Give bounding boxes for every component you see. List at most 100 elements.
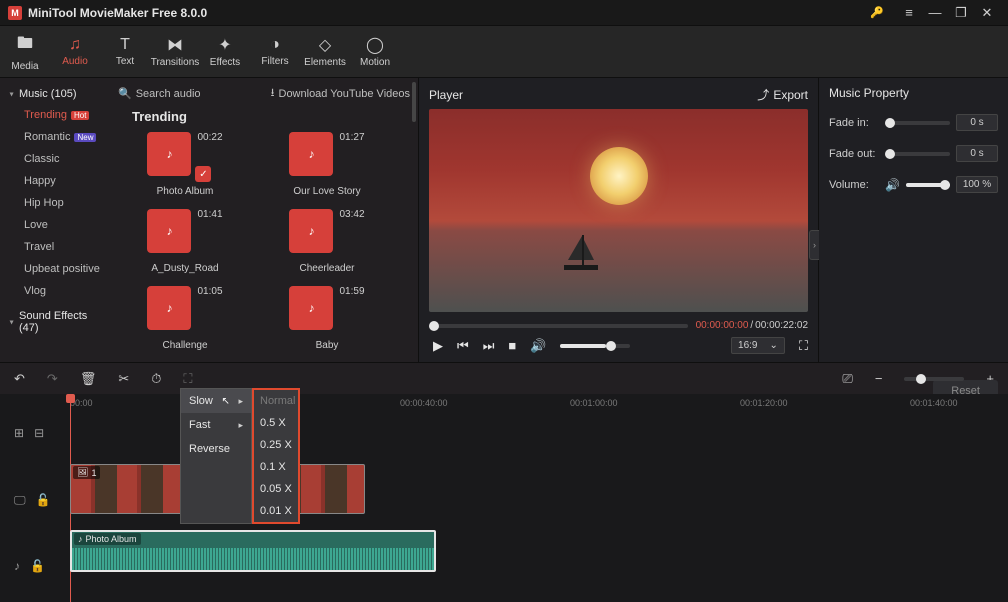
fadeout-value[interactable]: 0 s (956, 145, 998, 162)
music-thumb-icon: ♪ (147, 286, 191, 330)
search-audio[interactable]: 🔍Search audio (118, 87, 201, 100)
speed-menu-fast[interactable]: Fast▸ (181, 413, 251, 437)
audio-clip[interactable]: ♪Photo Album (70, 530, 436, 572)
speed-option-0-1x[interactable]: 0.1 X (254, 456, 298, 478)
volume-icon[interactable]: 🔊 (530, 338, 546, 354)
speed-menu-reverse[interactable]: Reverse (181, 437, 251, 461)
split-button[interactable]: ✂ (118, 371, 129, 387)
track-lock-icon[interactable]: 🔓 (30, 559, 45, 573)
upgrade-key-icon[interactable]: 🔑 (870, 6, 884, 19)
timeline[interactable]: 00:00 00:00:20:00 00:00:40:00 00:01:00:0… (0, 394, 1008, 602)
player-preview[interactable] (429, 109, 808, 312)
fadeout-slider[interactable] (885, 152, 950, 156)
track-add-icon[interactable]: ⊞ (14, 426, 24, 440)
seekbar-knob[interactable] (429, 321, 439, 331)
sidebar-item-hiphop[interactable]: Hip Hop (0, 192, 110, 214)
undo-button[interactable]: ↶ (14, 371, 25, 387)
speed-option-0-05x[interactable]: 0.05 X (254, 478, 298, 500)
tab-text[interactable]: TText (100, 26, 150, 77)
timeline-ruler[interactable]: 00:00 00:00:20:00 00:00:40:00 00:01:00:0… (0, 394, 1008, 420)
download-youtube-link[interactable]: ⭳Download YouTube Videos (271, 84, 410, 103)
panel-expand-handle[interactable]: › (809, 230, 819, 260)
track-collapse-icon[interactable]: ⊟ (34, 426, 44, 440)
prev-frame-button[interactable]: ⏮ (457, 338, 469, 354)
speed-option-normal[interactable]: Normal (254, 390, 298, 412)
fadein-label: Fade in: (829, 117, 879, 129)
zoom-out-button[interactable]: − (875, 371, 883, 386)
volume-label: Volume: (829, 179, 879, 191)
music-thumb-icon: ♪ (289, 132, 333, 176)
sidebar-item-classic[interactable]: Classic (0, 148, 110, 170)
play-button[interactable]: ▶ (433, 338, 443, 354)
audio-item-dusty-road[interactable]: ♪01:41 A_Dusty_Road (130, 209, 240, 274)
badge-hot: Hot (71, 111, 89, 120)
audio-item-challenge[interactable]: ♪01:05 Challenge (130, 286, 240, 351)
sidebar-item-happy[interactable]: Happy (0, 170, 110, 192)
speed-button[interactable]: ⏱ (151, 371, 161, 387)
audio-item-photo-album[interactable]: ♪✓ 00:22 Photo Album (130, 132, 240, 197)
audio-duration: 01:41 (197, 209, 222, 220)
filters-icon: ◑ (270, 36, 280, 54)
fadein-value[interactable]: 0 s (956, 114, 998, 131)
redo-button[interactable]: ↷ (47, 371, 58, 387)
audio-item-cheerleader[interactable]: ♪03:42 Cheerleader (272, 209, 382, 274)
speed-option-0-25x[interactable]: 0.25 X (254, 434, 298, 456)
tab-transitions[interactable]: ⧓Transitions (150, 26, 200, 77)
sidebar-item-romantic[interactable]: RomanticNew (0, 126, 110, 148)
audio-item-baby[interactable]: ♪01:59 Baby (272, 286, 382, 351)
minimize-button[interactable]: — (922, 5, 948, 20)
tab-filters[interactable]: ◑Filters (250, 26, 300, 77)
track-video-icon[interactable]: 🖵 (14, 493, 26, 508)
audio-name: A_Dusty_Road (151, 263, 218, 274)
volume-slider[interactable] (906, 183, 950, 187)
library-scrollbar[interactable] (412, 82, 416, 122)
player-panel: Player ⤴Export 00:00:00:00/00:00:22:02 ▶… (418, 78, 818, 362)
fullscreen-button[interactable]: ⛶ (799, 338, 808, 354)
menu-icon[interactable]: ≡ (896, 5, 922, 20)
speed-option-0-01x[interactable]: 0.01 X (254, 500, 298, 522)
app-title: MiniTool MovieMaker Free 8.0.0 (28, 6, 207, 20)
sidebar-item-travel[interactable]: Travel (0, 236, 110, 258)
titlebar: M MiniTool MovieMaker Free 8.0.0 🔑 ≡ — ❐… (0, 0, 1008, 26)
sidebar-item-vlog[interactable]: Vlog (0, 280, 110, 302)
fadein-slider[interactable] (885, 121, 950, 125)
tab-audio[interactable]: ♫Audio (50, 26, 100, 77)
text-icon: T (120, 36, 130, 54)
next-frame-button[interactable]: ⏭ (483, 338, 495, 354)
player-volume-slider[interactable] (560, 344, 630, 348)
crop-button[interactable]: ⛶ (183, 371, 192, 387)
delete-button[interactable]: 🗑 (80, 371, 97, 387)
track-lock-icon[interactable]: 🔓 (36, 493, 51, 508)
tab-media[interactable]: 🖿Media (0, 26, 50, 77)
category-music-header[interactable]: Music (105) (0, 84, 110, 104)
track-audio-icon[interactable]: ♪ (14, 559, 20, 573)
category-sfx-header[interactable]: Sound Effects (47) (0, 306, 110, 338)
tab-elements[interactable]: ◇Elements (300, 26, 350, 77)
transitions-icon: ⧓ (167, 35, 183, 55)
export-icon: ⤴ (757, 86, 769, 103)
close-button[interactable]: ✕ (974, 5, 1000, 21)
ruler-mark: 00:01:00:00 (570, 398, 618, 408)
chevron-right-icon: ▸ (238, 420, 243, 431)
maximize-button[interactable]: ❐ (948, 5, 974, 21)
stop-button[interactable]: ■ (508, 338, 516, 353)
player-seekbar[interactable] (429, 324, 688, 328)
audio-duration: 03:42 (339, 209, 364, 220)
timeline-settings-icon[interactable]: ⎚ (842, 371, 852, 387)
ruler-mark: 00:00:40:00 (400, 398, 448, 408)
audio-clip-label: ♪Photo Album (74, 533, 141, 545)
tab-motion[interactable]: ◯Motion (350, 26, 400, 77)
player-label: Player (429, 88, 463, 102)
tab-effects[interactable]: ✦Effects (200, 26, 250, 77)
audio-item-our-love-story[interactable]: ♪01:27 Our Love Story (272, 132, 382, 197)
speed-option-0-5x[interactable]: 0.5 X (254, 412, 298, 434)
audio-duration: 01:05 (197, 286, 222, 297)
export-button[interactable]: ⤴Export (757, 86, 808, 103)
zoom-slider[interactable] (904, 377, 964, 381)
sidebar-item-upbeat[interactable]: Upbeat positive (0, 258, 110, 280)
volume-value[interactable]: 100 % (956, 176, 998, 193)
speed-menu-slow[interactable]: Slow↖▸ (181, 389, 251, 413)
sidebar-item-love[interactable]: Love (0, 214, 110, 236)
aspect-ratio-select[interactable]: 16:9⌄ (731, 337, 785, 354)
sidebar-item-trending[interactable]: TrendingHot (0, 104, 110, 126)
